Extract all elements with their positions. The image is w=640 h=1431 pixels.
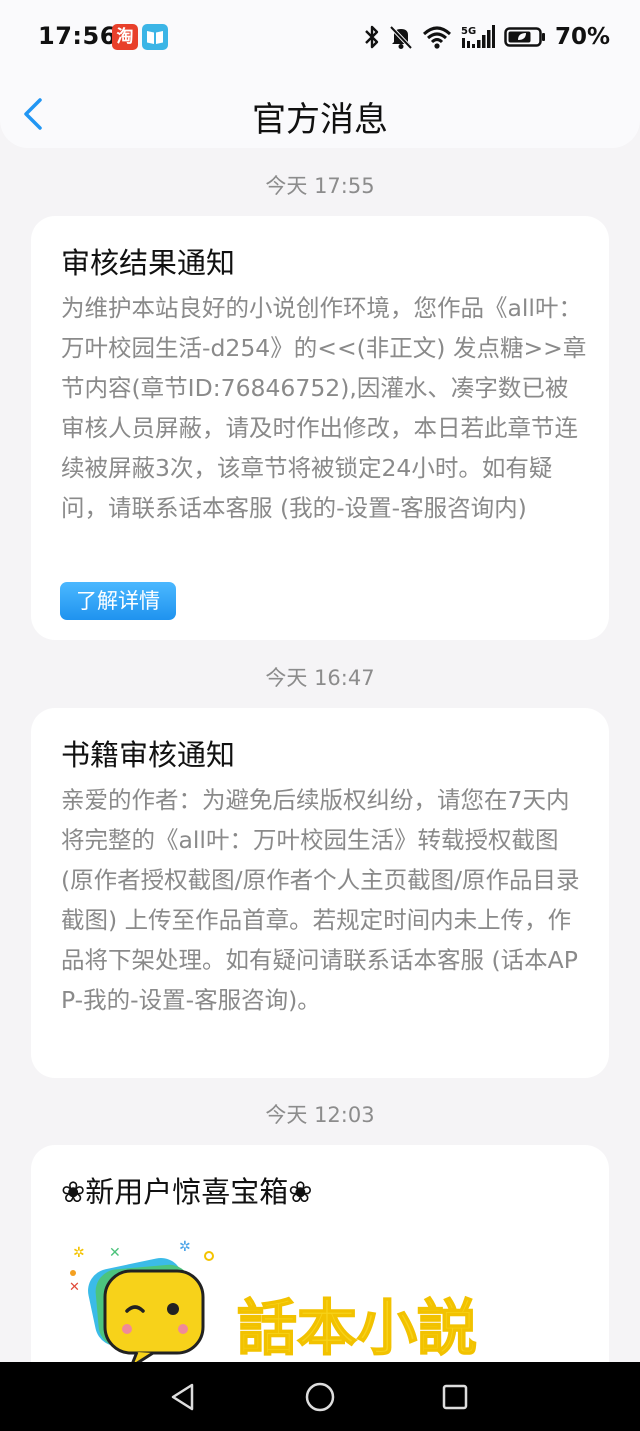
message-timestamp: 今天 16:47 (265, 666, 375, 690)
cellular-5g-icon: 5G (461, 25, 495, 48)
battery-icon (504, 27, 545, 47)
svg-text:話本小説: 話本小説 (237, 1294, 477, 1364)
message-card-review-result[interactable]: 审核结果通知 为维护本站良好的小说创作环境，您作品《all叶：万叶校园生活-d2… (31, 216, 609, 640)
message-body: 亲爱的作者：为避免后续版权纠纷，请您在7天内将完整的《all叶：万叶校园生活》转… (61, 786, 580, 1014)
learn-more-button[interactable]: 了解详情 (60, 582, 176, 620)
huaben-logo-banner: ✲ ✕ ✕ ✲ 話本小説 (69, 1239, 478, 1367)
bluetooth-icon (365, 25, 379, 49)
back-triangle-icon[interactable] (168, 1382, 198, 1412)
message-card-book-review[interactable]: 书籍审核通知 亲爱的作者：为避免后续版权纠纷，请您在7天内将完整的《all叶：万… (31, 708, 609, 1078)
svg-text:✲: ✲ (73, 1245, 85, 1261)
svg-text:✕: ✕ (69, 1280, 80, 1295)
system-nav-bar (0, 1362, 640, 1431)
status-icons: 5G 70% (364, 20, 610, 54)
top-bar: 17:56 淘 5G 70% 官方消息 (0, 0, 640, 148)
battery-percent: 70% (554, 24, 610, 50)
message-timestamp: 今天 17:55 (265, 174, 375, 198)
svg-text:5G: 5G (461, 26, 476, 37)
home-circle-icon[interactable] (304, 1381, 336, 1413)
bell-off-icon (389, 25, 413, 50)
wifi-icon (422, 26, 451, 49)
recents-square-icon[interactable] (441, 1383, 469, 1411)
message-body: 为维护本站良好的小说创作环境，您作品《all叶：万叶校园生活-d254》的<<(… (61, 294, 587, 522)
message-timestamp: 今天 12:03 (265, 1103, 375, 1127)
svg-text:✲: ✲ (179, 1239, 191, 1255)
status-bar: 17:56 淘 5G 70% (0, 0, 640, 76)
message-title: 审核结果通知 (61, 246, 236, 280)
message-title: ❀新用户惊喜宝箱❀ (61, 1175, 313, 1209)
book-app-icon (142, 24, 168, 50)
svg-text:✕: ✕ (109, 1245, 121, 1261)
taobao-app-icon: 淘 (112, 24, 138, 50)
message-title: 书籍审核通知 (61, 738, 236, 772)
status-time: 17:56 (38, 22, 117, 50)
page-title: 官方消息 (252, 100, 388, 140)
